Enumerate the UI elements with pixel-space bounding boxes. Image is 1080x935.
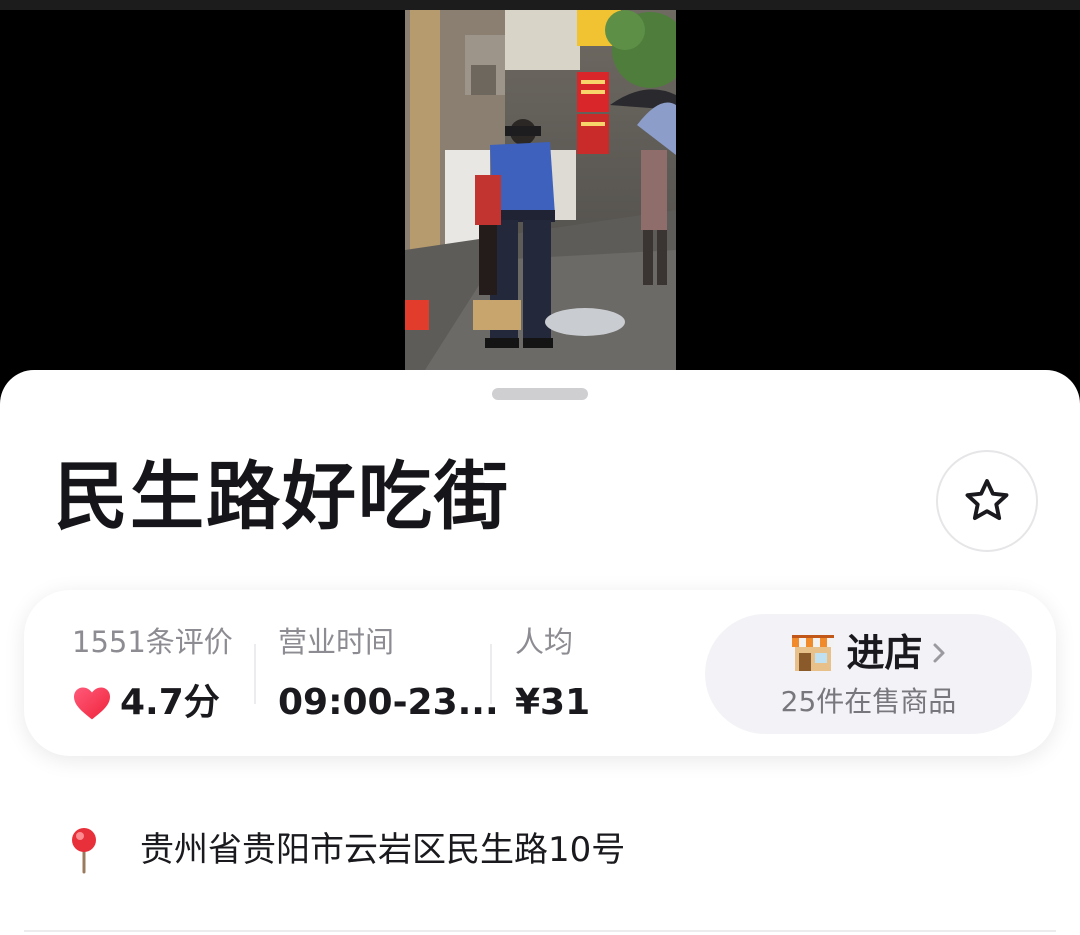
street-scene-image: [405, 10, 676, 370]
stat-divider: [490, 644, 492, 704]
address-text: 贵州省贵阳市云岩区民生路10号: [140, 830, 626, 870]
rating-value: 4.7分: [120, 682, 220, 723]
store-icon: [792, 635, 835, 671]
rating-stat[interactable]: 1551条评价 4.7分: [72, 622, 233, 726]
products-on-sale: 25件在售商品: [780, 685, 957, 718]
sheet-drag-handle[interactable]: [492, 388, 588, 400]
avg-price-value: ¥31: [515, 682, 591, 723]
address-row[interactable]: 贵州省贵阳市云岩区民生路10号: [66, 825, 625, 875]
shop-detail-sheet: 民生路好吃街 1551条评价 4.7分 营业时间 09:00-23... 人均 …: [0, 370, 1080, 935]
hours-stat[interactable]: 营业时间 09:00-23...: [278, 622, 499, 726]
star-icon: [965, 479, 1009, 521]
avg-price-stat: 人均 ¥31: [515, 622, 590, 726]
enter-shop-label: 进店: [846, 631, 923, 675]
review-count: 1551条评价: [72, 625, 233, 659]
location-pin-icon: [72, 828, 96, 874]
status-strip: [0, 0, 1080, 10]
video-player[interactable]: [0, 10, 1080, 410]
favorite-button[interactable]: [936, 450, 1038, 552]
avg-price-label: 人均: [515, 625, 574, 659]
video-frame[interactable]: [405, 10, 676, 370]
hours-label: 营业时间: [278, 625, 395, 659]
stat-divider: [254, 644, 256, 704]
shop-title: 民生路好吃街: [54, 454, 510, 540]
chevron-right-icon: [933, 643, 944, 663]
section-divider: [24, 930, 1056, 932]
hours-value: 09:00-23...: [278, 682, 499, 723]
shop-info-card: 1551条评价 4.7分 营业时间 09:00-23... 人均 ¥31 进店 …: [24, 590, 1056, 756]
heart-icon: [74, 687, 110, 720]
enter-shop-button[interactable]: 进店 25件在售商品: [705, 614, 1032, 734]
